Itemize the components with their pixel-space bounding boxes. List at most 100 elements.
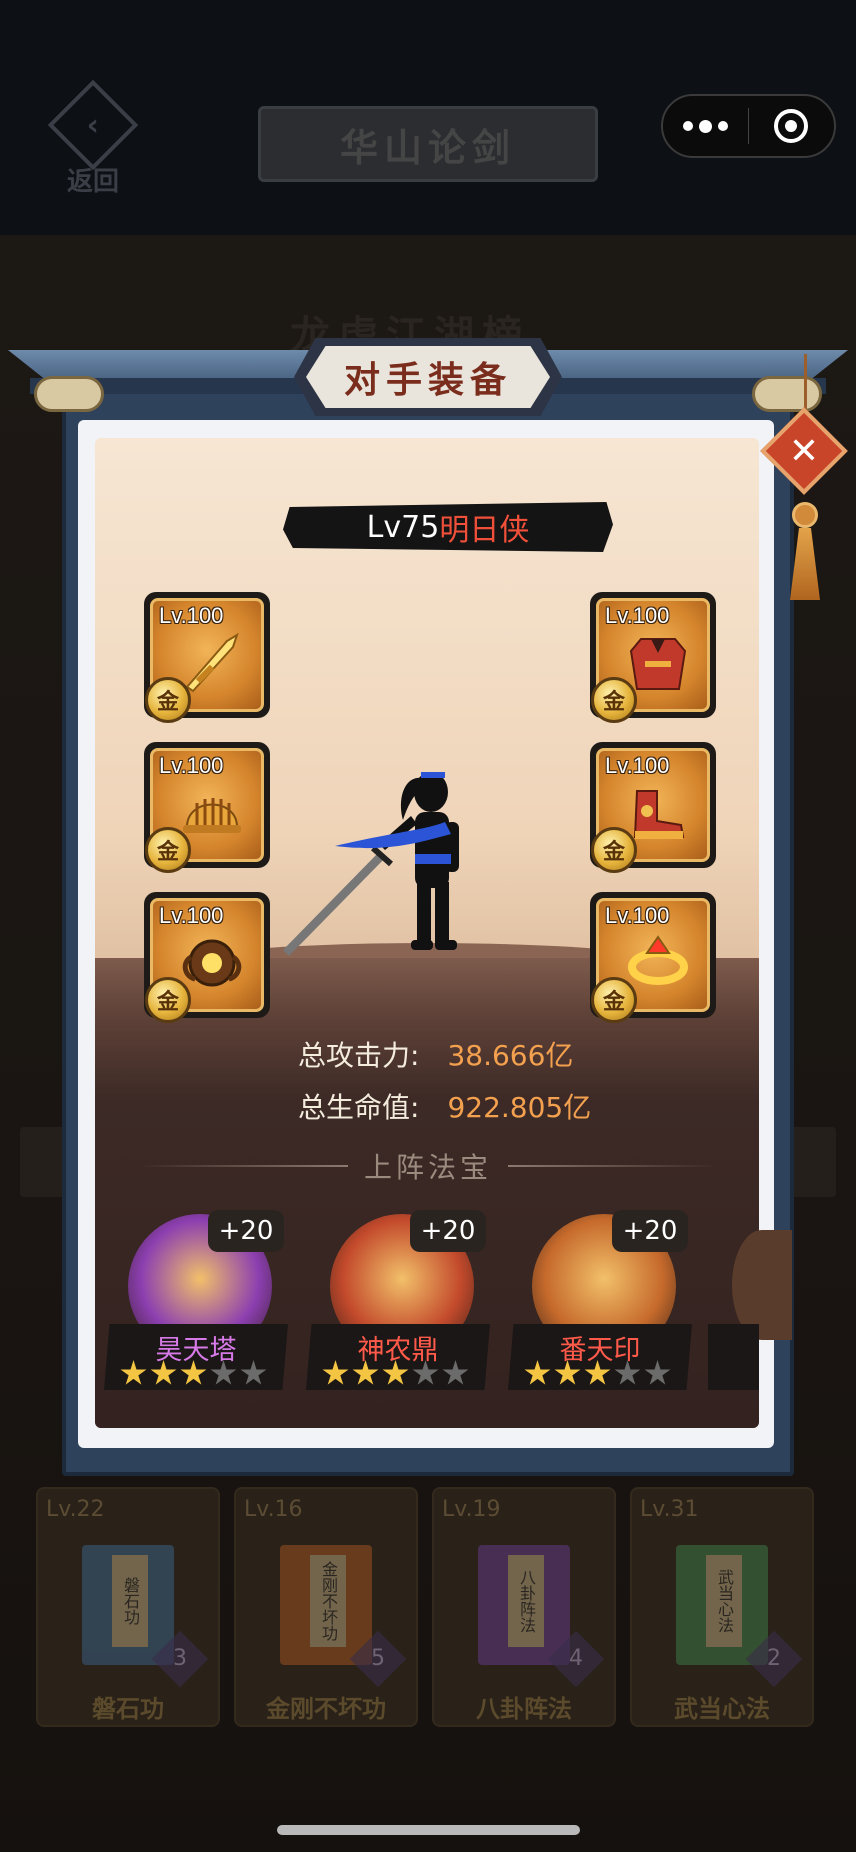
book-count-badge: 4 <box>547 1630 605 1688</box>
skill-book-card[interactable]: Lv.16 金刚不坏功 5 金刚不坏功 <box>234 1487 418 1727</box>
treasure-section-header: 上阵法宝 <box>140 1148 717 1184</box>
book-cover-title: 金刚不坏功 <box>310 1555 346 1647</box>
equipment-tile: Lv.100 金 <box>591 748 710 873</box>
back-arrow-icon: ‹ <box>47 79 139 170</box>
star-icon <box>554 1360 581 1385</box>
star-icon <box>614 1360 641 1385</box>
equipment-tile: Lv.100 金 <box>591 598 710 723</box>
ring-icon <box>623 927 693 997</box>
skill-book-card[interactable]: Lv.22 磐石功 3 磐石功 <box>36 1487 220 1727</box>
mini-program-capsule <box>661 94 836 158</box>
close-charm-button[interactable]: ✕ <box>760 354 848 600</box>
amulet-icon <box>177 927 247 997</box>
treasure-section-title: 上阵法宝 <box>364 1151 493 1184</box>
skill-book-level: Lv.22 <box>46 1497 105 1522</box>
star-icon <box>120 1360 147 1385</box>
gold-grade-icon: 金 <box>145 677 191 723</box>
treasure-enhance-level: +20 <box>612 1210 688 1252</box>
attack-stat: 总攻击力: 38.666亿 <box>298 1034 573 1074</box>
roof-ornament-right <box>752 376 822 412</box>
treasure-enhance-level: +20 <box>208 1210 284 1252</box>
book-cover-title: 八卦阵法 <box>508 1555 544 1647</box>
gold-grade-icon: 金 <box>591 977 637 1023</box>
character-silhouette <box>283 772 459 956</box>
armor-icon <box>623 627 693 697</box>
book-count-badge: 3 <box>151 1630 209 1688</box>
equipment-level: Lv.100 <box>159 903 224 928</box>
dot-icon <box>718 121 728 131</box>
star-icon <box>322 1360 349 1385</box>
roof-ornament-left <box>34 376 104 412</box>
star-icon <box>210 1360 237 1385</box>
treasure-stars <box>322 1360 469 1387</box>
equipment-tile: Lv.100 金 <box>591 898 710 1023</box>
skill-book-name: 磐石功 <box>92 1694 164 1723</box>
player-name-banner: Lv75 明日侠 <box>283 502 613 552</box>
treasure-card[interactable]: +20 番天印 <box>508 1210 692 1390</box>
player-name: 明日侠 <box>439 513 530 548</box>
page-title: 华山论剑 <box>258 106 598 182</box>
skill-book-card[interactable]: Lv.31 武当心法 2 武当心法 <box>630 1487 814 1727</box>
book-count-badge: 5 <box>349 1630 407 1688</box>
equipment-slot-accessory[interactable]: Lv.100 金 <box>144 892 270 1023</box>
equipment-slot-boots[interactable]: Lv.100 金 <box>590 742 716 873</box>
star-icon <box>584 1360 611 1385</box>
star-icon <box>524 1360 551 1385</box>
star-icon <box>240 1360 267 1385</box>
back-button[interactable]: ‹ 返回 <box>38 79 148 200</box>
equipment-tile: Lv.100 金 <box>145 898 264 1023</box>
equipment-slot-ring[interactable]: Lv.100 金 <box>590 892 716 1023</box>
gold-grade-icon: 金 <box>145 977 191 1023</box>
treasure-enhance-level: +20 <box>410 1210 486 1252</box>
skill-book-level: Lv.16 <box>244 1497 303 1522</box>
book-cover-title: 武当心法 <box>706 1555 742 1647</box>
gold-grade-icon: 金 <box>591 677 637 723</box>
treasure-peek[interactable] <box>708 1230 792 1390</box>
close-x-icon: ✕ <box>788 431 820 472</box>
book-cover-title: 磐石功 <box>112 1555 148 1647</box>
hp-label: 总生命值: <box>298 1091 420 1124</box>
star-icon <box>412 1360 439 1385</box>
dot-icon <box>699 119 712 133</box>
skill-book-name: 金刚不坏功 <box>266 1694 386 1723</box>
gold-grade-icon: 金 <box>591 827 637 873</box>
equipment-level: Lv.100 <box>605 603 670 628</box>
book-count-badge: 2 <box>745 1630 803 1688</box>
helmet-icon <box>177 777 247 847</box>
equipment-level: Lv.100 <box>605 753 670 778</box>
boots-icon <box>623 777 693 847</box>
equipment-level: Lv.100 <box>159 603 224 628</box>
home-indicator <box>277 1825 580 1835</box>
star-icon <box>442 1360 469 1385</box>
treasure-stars <box>524 1360 671 1387</box>
hp-stat: 总生命值: 922.805亿 <box>298 1086 591 1126</box>
star-icon <box>150 1360 177 1385</box>
attack-value: 38.666亿 <box>447 1039 574 1072</box>
equipment-slot-helmet[interactable]: Lv.100 金 <box>144 742 270 873</box>
more-menu-button[interactable] <box>663 96 748 156</box>
star-icon <box>644 1360 671 1385</box>
skill-book-card[interactable]: Lv.19 八卦阵法 4 八卦阵法 <box>432 1487 616 1727</box>
skill-book-level: Lv.31 <box>640 1497 699 1522</box>
equipment-slot-armor[interactable]: Lv.100 金 <box>590 592 716 723</box>
modal-title: 对手装备 <box>306 346 550 408</box>
skill-book-name: 武当心法 <box>674 1694 770 1723</box>
equipment-tile: Lv.100 金 <box>145 598 264 723</box>
dot-icon <box>683 121 693 131</box>
treasure-stars <box>120 1360 267 1387</box>
attack-label: 总攻击力: <box>298 1039 420 1072</box>
skill-book-name: 八卦阵法 <box>476 1694 572 1723</box>
treasure-card[interactable]: +20 神农鼎 <box>306 1210 490 1390</box>
close-program-button[interactable] <box>749 96 834 156</box>
player-level: Lv75 <box>366 509 440 545</box>
equipment-tile: Lv.100 金 <box>145 748 264 873</box>
gold-grade-icon: 金 <box>145 827 191 873</box>
star-icon <box>382 1360 409 1385</box>
hp-value: 922.805亿 <box>447 1091 592 1124</box>
equipment-level: Lv.100 <box>159 753 224 778</box>
treasure-card[interactable]: +20 昊天塔 <box>104 1210 288 1390</box>
tassel-icon <box>790 528 820 600</box>
equipment-slot-weapon[interactable]: Lv.100 金 <box>144 592 270 723</box>
sword-icon <box>177 627 247 697</box>
star-icon <box>180 1360 207 1385</box>
